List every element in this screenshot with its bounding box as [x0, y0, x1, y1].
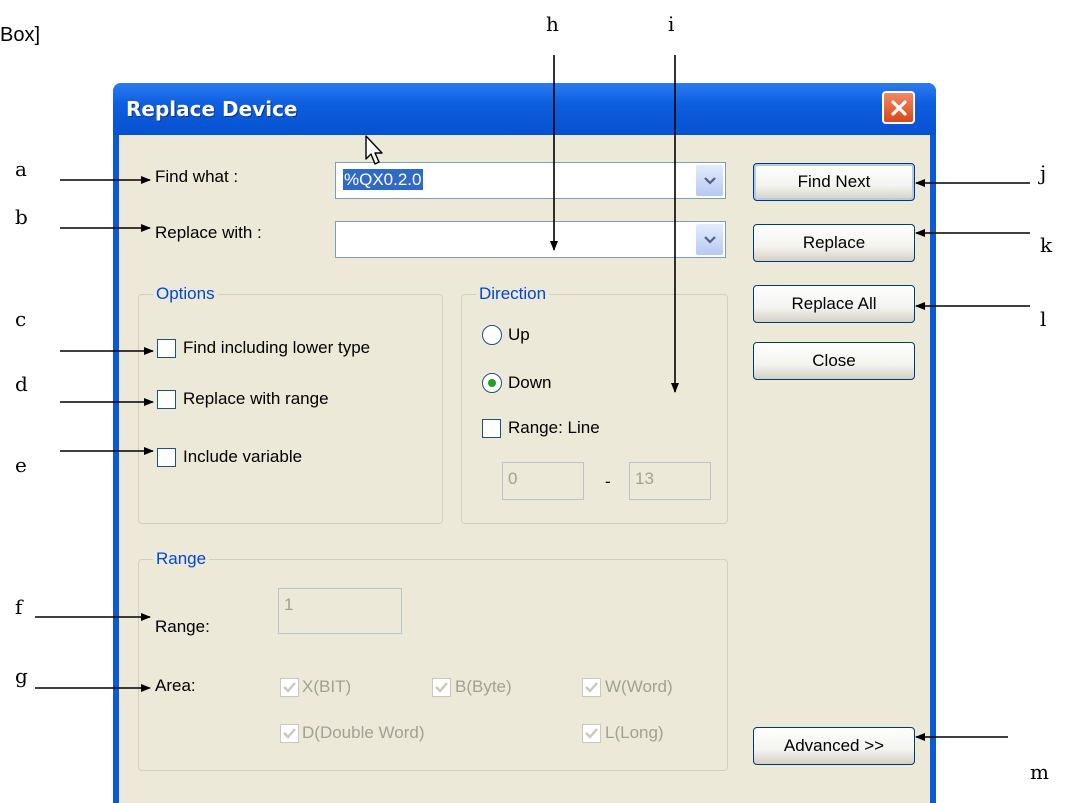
- callout-arrows: [35, 55, 1030, 741]
